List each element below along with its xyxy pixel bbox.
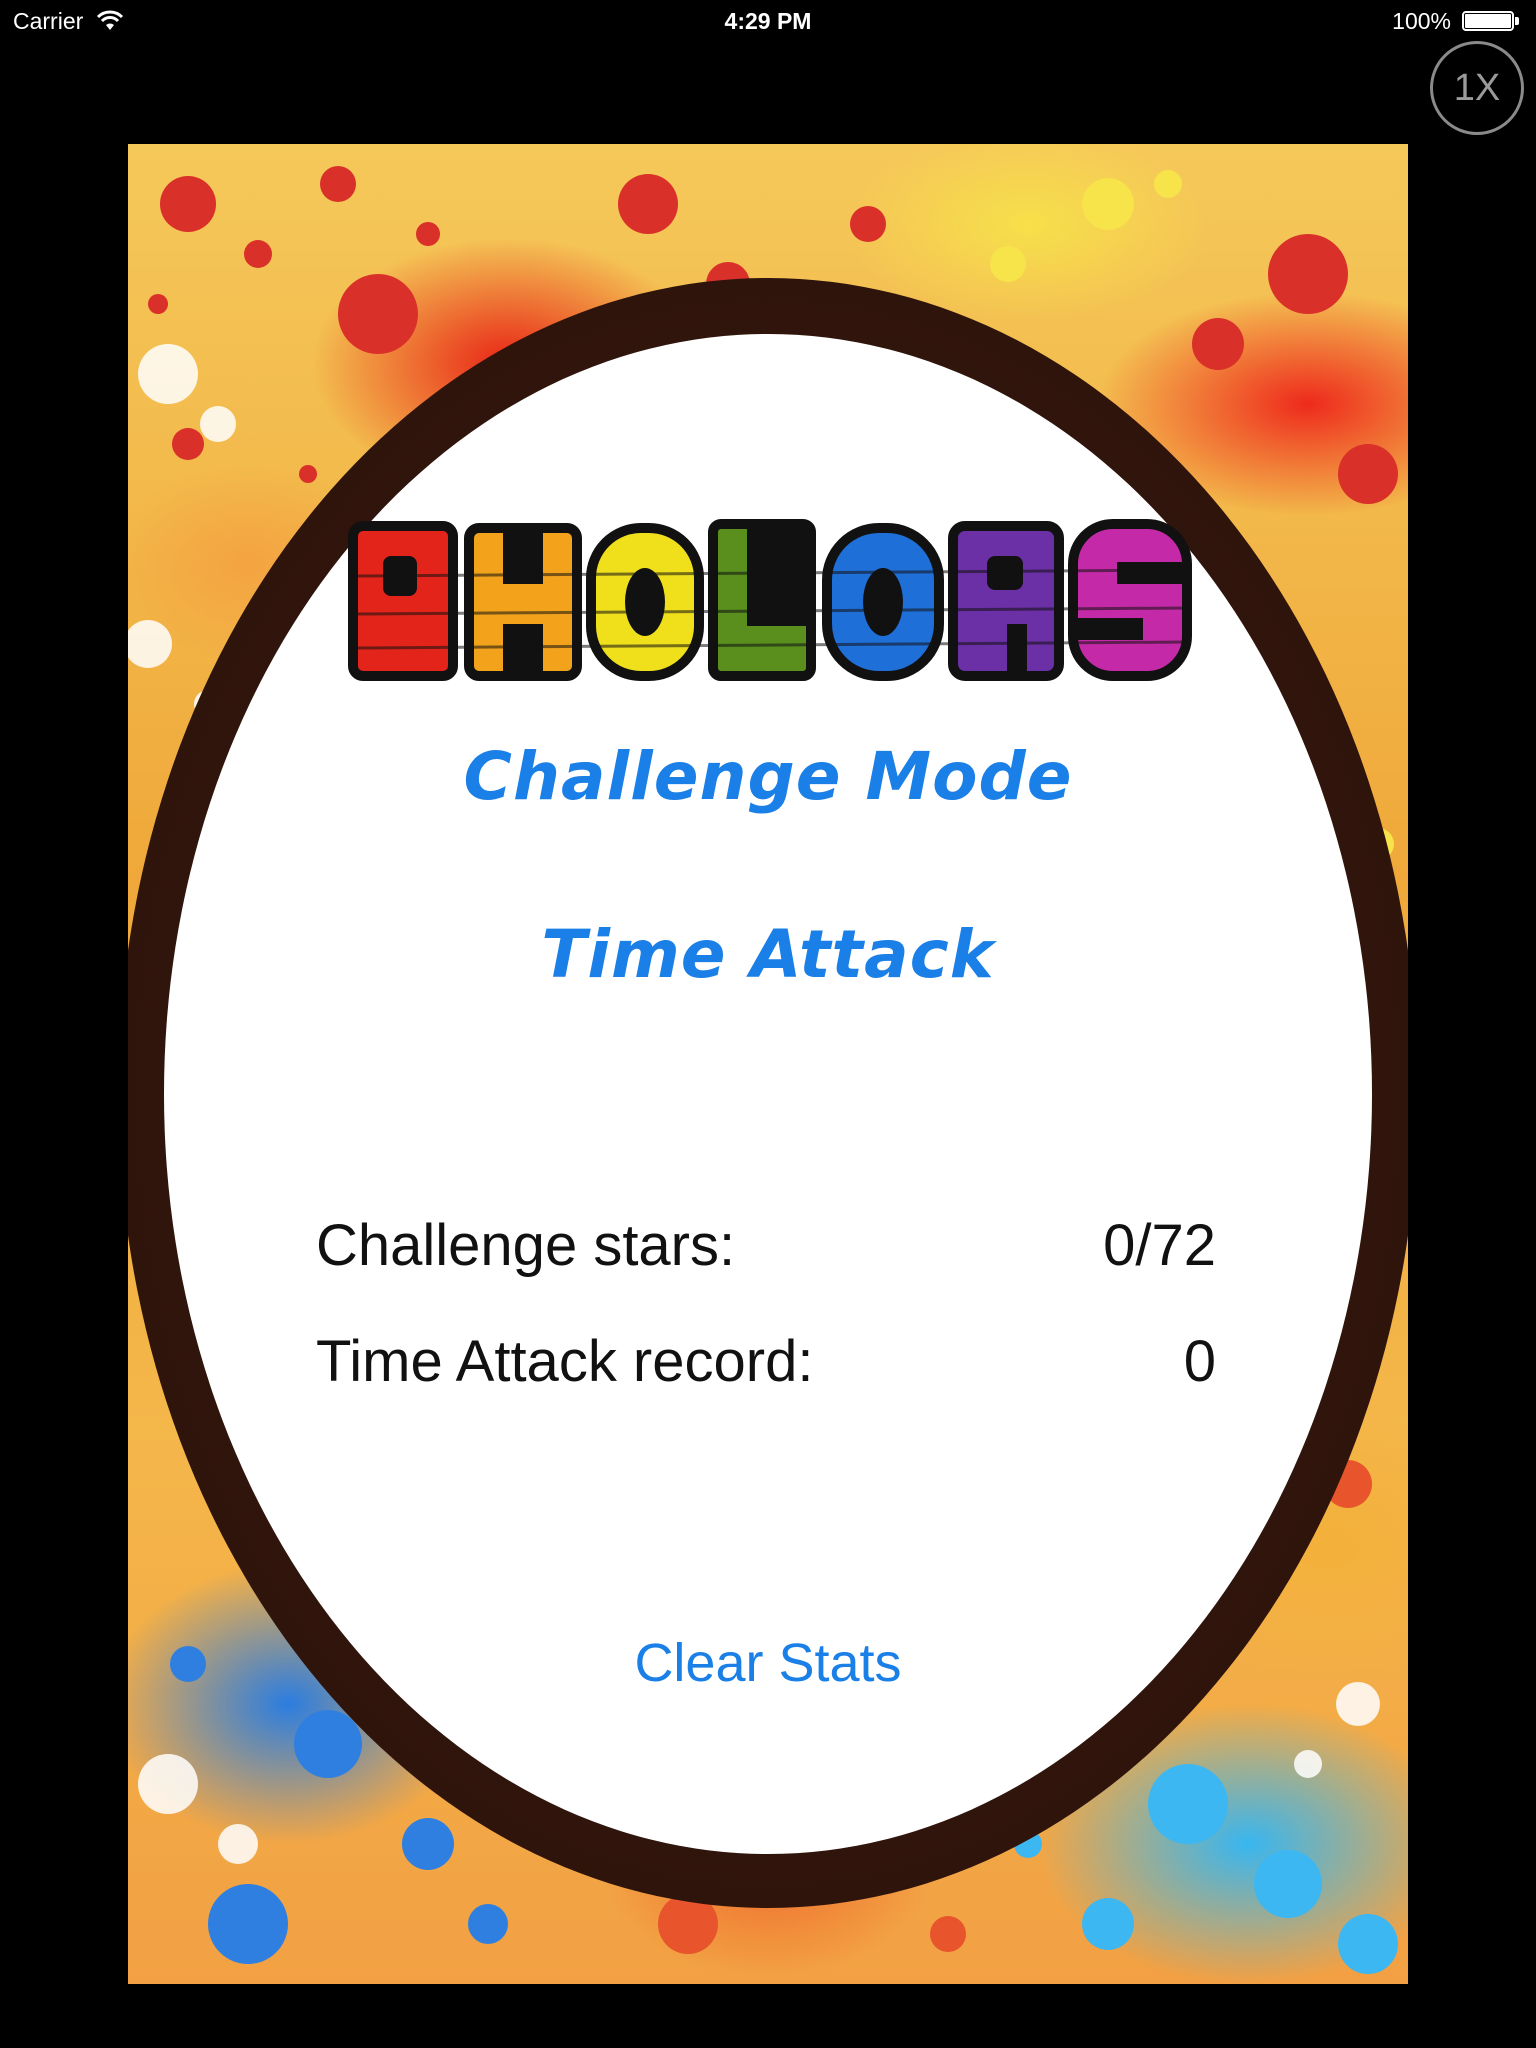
clear-stats-button[interactable]: Clear Stats	[128, 1632, 1408, 1694]
zoom-button-label: 1X	[1453, 66, 1501, 109]
challenge-stars-value: 0/72	[1103, 1213, 1216, 1278]
status-time: 4:29 PM	[724, 8, 812, 34]
battery-percentage: 100%	[1392, 8, 1451, 34]
status-bar: Carrier 4:29 PM 100%	[0, 0, 1536, 40]
time-attack-record-label: Time Attack record:	[316, 1329, 814, 1394]
battery-icon	[1462, 11, 1522, 33]
app-view: Challenge Mode Time Attack Challenge sta…	[128, 144, 1408, 1984]
pholors-logo	[348, 519, 1192, 681]
challenge-stars-label: Challenge stars:	[316, 1213, 736, 1278]
time-attack-button[interactable]: Time Attack	[128, 916, 1408, 993]
challenge-mode-button[interactable]: Challenge Mode	[128, 738, 1408, 815]
zoom-1x-button[interactable]: 1X	[1430, 41, 1524, 135]
time-attack-record-value: 0	[1183, 1329, 1216, 1394]
